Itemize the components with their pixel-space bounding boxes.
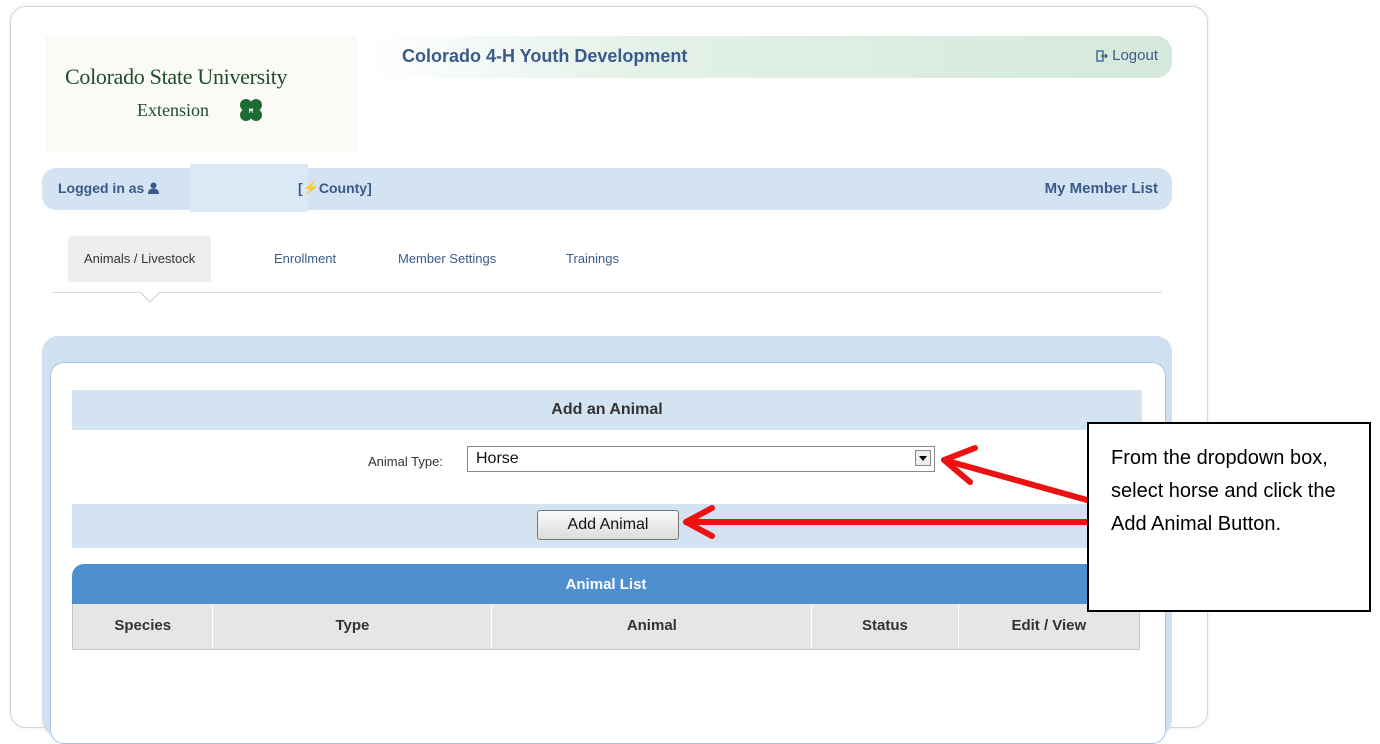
logged-in-as: Logged in as [58, 180, 160, 196]
logo-extension-label: Extension [137, 100, 209, 120]
logout-label: Logout [1112, 47, 1158, 64]
animal-type-row: Animal Type: Horse [72, 446, 1142, 474]
column-status[interactable]: Status [812, 604, 959, 648]
svg-text:H: H [248, 108, 253, 115]
user-icon [148, 182, 160, 194]
csu-extension-logo: Colorado State University Extension H [45, 36, 357, 152]
logo-university-name: Colorado State University [65, 64, 288, 89]
logout-link[interactable]: Logout [1096, 47, 1158, 64]
animal-list-heading: Animal List [72, 564, 1140, 604]
animal-list-columns: Species Type Animal Status Edit / View [72, 604, 1140, 650]
logout-icon [1096, 49, 1109, 62]
callout-text: From the dropdown box, select horse and … [1111, 447, 1336, 535]
column-species[interactable]: Species [73, 604, 214, 648]
site-title: Colorado 4-H Youth Development [402, 46, 688, 66]
tab-bar: Animals / Livestock Enrollment Member Se… [52, 236, 1162, 303]
my-member-list-link[interactable]: My Member List [1045, 180, 1158, 197]
animal-type-select[interactable]: Horse [467, 446, 935, 472]
tab-enrollment[interactable]: Enrollment [258, 236, 352, 282]
animal-type-value: Horse [476, 450, 519, 467]
chevron-down-icon[interactable] [915, 450, 931, 466]
clover-icon: H [240, 99, 262, 121]
user-bar: Logged in as [ ⚡ County] My Member List [42, 164, 1172, 212]
tab-member-settings[interactable]: Member Settings [382, 236, 512, 282]
column-type[interactable]: Type [213, 604, 493, 648]
redacted-username [190, 164, 308, 212]
tab-trainings[interactable]: Trainings [550, 236, 635, 282]
tab-animals-livestock[interactable]: Animals / Livestock [68, 236, 212, 282]
column-animal[interactable]: Animal [492, 604, 813, 648]
title-bar: Colorado 4-H Youth Development Logout [366, 36, 1172, 78]
county-label: [ ⚡ County] [298, 180, 372, 196]
county-icon: ⚡ [302, 180, 319, 195]
instruction-callout: From the dropdown box, select horse and … [1087, 422, 1371, 612]
add-animal-button-row: Add Animal [72, 504, 1142, 548]
county-text: County] [318, 180, 372, 196]
add-animal-heading: Add an Animal [72, 390, 1142, 430]
logged-in-label: Logged in as [58, 180, 145, 196]
add-animal-button[interactable]: Add Animal [537, 510, 679, 540]
animal-type-label: Animal Type: [368, 454, 443, 469]
